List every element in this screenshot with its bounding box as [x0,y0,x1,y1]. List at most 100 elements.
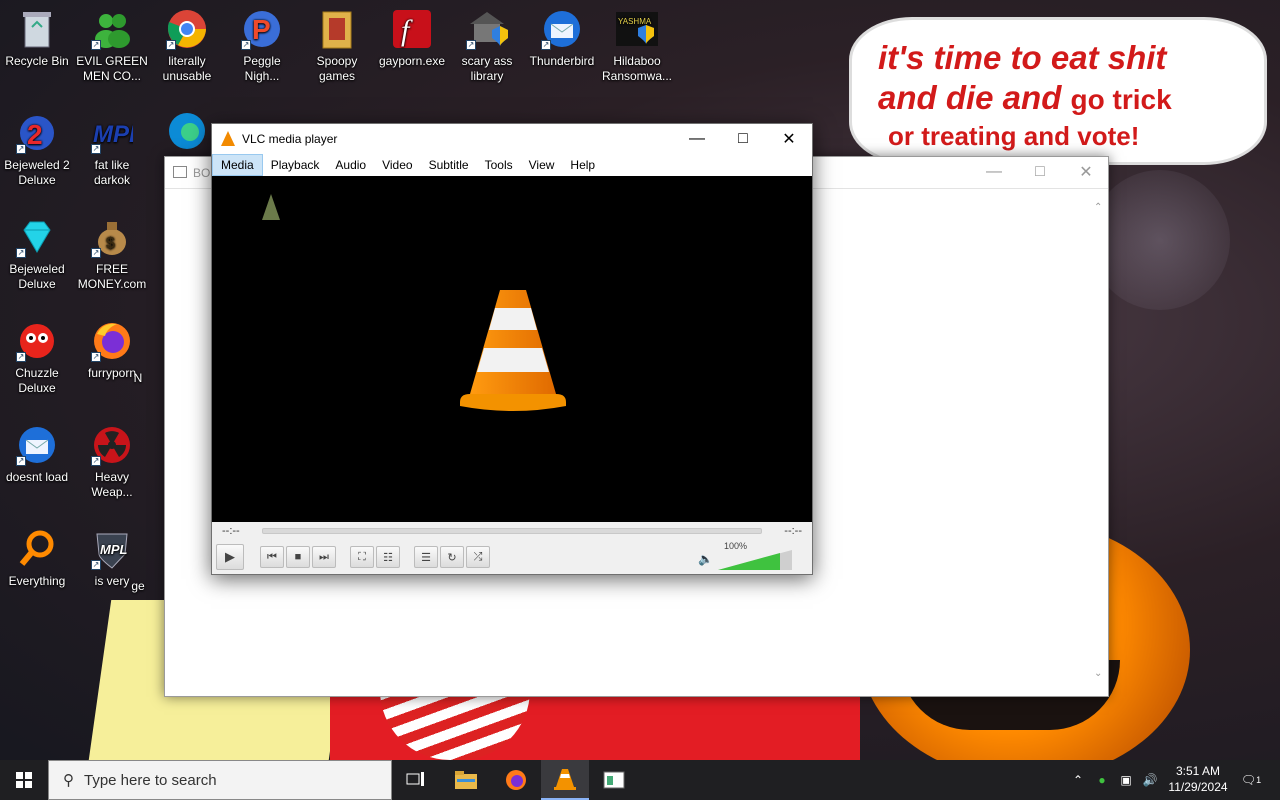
desktop-icon-partial-ge[interactable]: ge [118,579,158,594]
vlc-cone-icon [221,131,235,146]
desktop-icon-doesnt-load[interactable]: ↗ doesnt load [0,424,74,485]
desktop-icon-free-money[interactable]: $ ↗ FREE MONEY.com [75,216,149,292]
next-button[interactable]: ⏭ [312,546,336,568]
desktop-icon-label: Hildaboo Ransomwa... [601,54,673,83]
desktop-icon-thunderbird[interactable]: ↗ Thunderbird [525,8,599,69]
taskbar-search-box[interactable]: ⚲ Type here to search [48,760,392,800]
search-placeholder: Type here to search [84,771,217,789]
svg-text:2: 2 [27,119,43,150]
desktop-icon-label: Heavy Weap... [91,470,133,499]
desktop-icon-gayporn-exe[interactable]: f gayporn.exe [375,8,449,69]
vlc-titlebar[interactable]: VLC media player — □ ✕ [212,124,812,154]
vlc-video-area[interactable] [212,176,812,522]
extended-settings-button[interactable]: ☷ [376,546,400,568]
mpl-icon: MPL ↗ [91,112,133,154]
menu-help[interactable]: Help [562,154,603,176]
fullscreen-icon: ⛶ [358,550,366,563]
scroll-down-icon[interactable]: ⌄ [1094,668,1104,679]
desktop-icon-recycle-bin[interactable]: Recycle Bin [0,8,74,69]
caption-line-3: or treating and vote! [888,121,1140,151]
edge-icon [166,110,208,152]
tray-app-button[interactable]: ● [1092,760,1112,800]
task-view-button[interactable] [392,760,440,800]
volume-slider[interactable]: 100% [718,541,792,570]
chrome-icon: ↗ [166,8,208,50]
desktop-icon-bejeweled-2[interactable]: 2 ↗ Bejeweled 2 Deluxe [0,112,74,188]
file-explorer-button[interactable] [442,760,490,800]
tray-app-icon: ● [1098,773,1106,787]
stop-icon: ■ [294,551,302,563]
desktop-icon-label: literally unusable [162,54,212,83]
desktop-icon-scary-ass-library[interactable]: ↗ scary ass library [450,8,524,84]
desktop-icon-partial-n[interactable]: N [118,371,158,386]
show-hidden-icons-button[interactable]: ⌃ [1068,760,1088,800]
menu-video[interactable]: Video [374,154,420,176]
desktop-icon-evil-green-men[interactable]: ↗ EVIL GREEN MEN CO... [75,8,149,84]
close-button[interactable]: ✕ [766,124,812,154]
desktop-icon-label: Peggle Nigh... [243,54,281,83]
menu-media[interactable]: Media [212,154,263,176]
maximize-button[interactable]: □ [1017,157,1063,187]
loop-button[interactable]: ↻ [440,546,464,568]
volume-button[interactable]: 🔊 [1140,760,1160,800]
play-button[interactable]: ▶ [216,544,244,570]
vlc-taskbar-button[interactable] [541,760,589,800]
svg-text:MPL: MPL [100,542,128,557]
elapsed-time: --:-- [222,525,240,537]
previous-button[interactable]: ⏮ [260,546,284,568]
next-icon: ⏭ [319,550,329,563]
bejeweled2-icon: 2 ↗ [16,112,58,154]
vlc-menubar: Media Playback Audio Video Subtitle Tool… [212,154,812,176]
desktop-icon-literally-unusable[interactable]: ↗ literally unusable [150,8,224,84]
desktop-icon-chuzzle-deluxe[interactable]: ↗ Chuzzle Deluxe [0,320,74,396]
caption-line-2: and die and go trick [878,78,1238,120]
desktop-icon-bejeweled-deluxe[interactable]: ↗ Bejeweled Deluxe [0,216,74,292]
shuffle-button[interactable]: ⤮ [466,546,490,568]
vlc-controls: ▶ ⏮ ■ ⏭ ⛶ ☷ ☰ ↻ ⤮ 🔈 100% [212,541,812,574]
scroll-up-icon[interactable]: ⌃ [1094,202,1104,213]
desktop-icon-spoopy-games[interactable]: Spoopy games [300,8,374,84]
desktop-icon-peggle-nights[interactable]: P ↗ Peggle Nigh... [225,8,299,84]
taskbar-clock[interactable]: 3:51 AM 11/29/2024 [1160,763,1236,795]
task-view-icon [406,772,424,786]
wallpaper-speech-bubble: it's time to eat shit and die and go tri… [852,20,1264,162]
menu-tools[interactable]: Tools [477,154,521,176]
money-bag-icon: $ ↗ [91,216,133,258]
minimize-button[interactable]: — [971,157,1017,187]
desktop-icon-label: ge [131,579,145,593]
desktop-icon-label: Bejeweled Deluxe [9,262,65,291]
desktop-icon-heavy-weapon[interactable]: ↗ Heavy Weap... [75,424,149,500]
seek-slider[interactable] [262,528,762,534]
window-app-taskbar-button[interactable] [590,760,638,800]
loop-icon: ↻ [447,551,457,564]
close-button[interactable]: ✕ [1063,157,1109,187]
yashma-icon: YASHMA [616,8,658,50]
maximize-button[interactable]: □ [720,124,766,154]
minimize-button[interactable]: — [674,124,720,154]
menu-playback[interactable]: Playback [263,154,328,176]
start-button[interactable] [0,760,48,800]
firefox-taskbar-button[interactable] [492,760,540,800]
speaker-icon[interactable]: 🔈 [698,552,713,566]
notification-icon: 🗨 [1240,773,1257,787]
shuffle-icon: ⤮ [473,550,483,563]
stop-button[interactable]: ■ [286,546,310,568]
vlc-icon [554,769,576,790]
desktop-icon-everything[interactable]: Everything [0,528,74,589]
fullscreen-button[interactable]: ⛶ [350,546,374,568]
menu-view[interactable]: View [521,154,563,176]
svg-text:$: $ [106,235,115,252]
menu-subtitle[interactable]: Subtitle [421,154,477,176]
vlc-window[interactable]: VLC media player — □ ✕ Media Playback Au… [211,123,813,575]
notification-center-button[interactable]: 🗨 1 [1236,760,1266,800]
desktop-icon-fat-like-darkok[interactable]: MPL ↗ fat like darkok [75,112,149,188]
vertical-scrollbar[interactable]: ⌃ ⌄ [1091,190,1108,696]
menu-audio[interactable]: Audio [327,154,374,176]
flash-icon: f [391,8,433,50]
desktop-icon-label: Spoopy games [316,54,358,83]
vlc-cone-logo [460,290,566,411]
desktop-icon-hildaboo-ransomware[interactable]: YASHMA Hildaboo Ransomwa... [600,8,674,84]
playlist-button[interactable]: ☰ [414,546,438,568]
network-button[interactable]: ▣ [1116,760,1136,800]
desktop-icon-label: EVIL GREEN MEN CO... [76,54,148,83]
